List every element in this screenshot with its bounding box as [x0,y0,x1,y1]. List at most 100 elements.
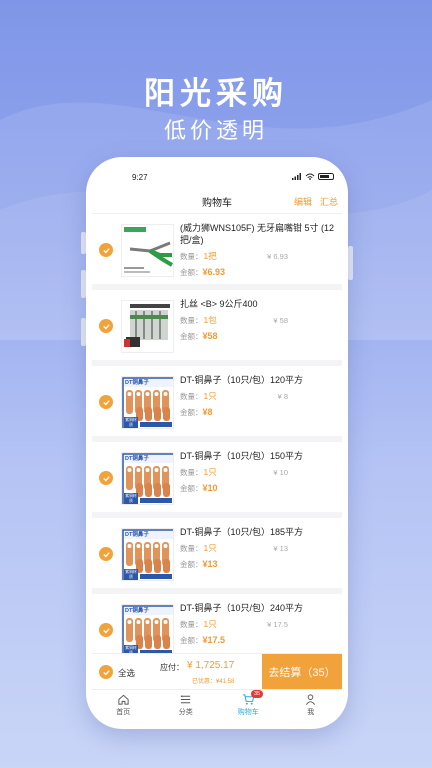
product-name[interactable]: 扎丝 <B> 9公斤400 [180,298,338,310]
amount-label: 金额： [180,560,203,569]
amount-value: ¥8 [202,407,213,417]
edit-button[interactable]: 编辑 [294,195,312,208]
amount-value: ¥13 [202,559,218,569]
item-info: DT-铜鼻子（10只/包）240平方 数量： 1只 ¥ 17.5 金额：¥17.5 [180,602,338,646]
cart-item[interactable]: 扎丝 <B> 9公斤400 数量： 1包 ¥ 58 金额：¥58 [92,290,342,366]
user-icon [306,694,316,705]
discount-text: 已优惠：¥41.58 [192,679,235,685]
amount-row: 金额：¥6.93 [180,267,338,278]
tab-me[interactable]: 我 [280,690,343,720]
amount-label: 金额： [180,332,203,341]
qty-label: 数量： [180,619,203,629]
item-info: DT-铜鼻子（10只/包）120平方 数量： 1只 ¥ 8 金额：¥8 [180,374,338,418]
product-name[interactable]: (威力狮WNS105F) 无牙扁嘴钳 5寸 (12把/盒) [180,222,338,246]
amount-row: 金额：¥17.5 [180,635,338,646]
cart-item[interactable]: DT铜鼻子 紫铜材质 DT-铜鼻子（10只/包）185平方 数量： 1只 ¥ 13 金额：¥… [92,518,342,594]
item-checkbox[interactable] [99,395,113,409]
product-image[interactable]: DT铜鼻子紫铜材质 [121,604,174,657]
tab-label: 分类 [178,709,193,716]
summary-button[interactable]: 汇总 [320,195,338,208]
qty-label: 数量： [180,391,203,401]
promo-subtitle: 低价透明 [163,118,268,143]
status-time: 9:27 [132,173,148,182]
select-all-label[interactable]: 全选 [118,667,135,679]
amount-value: ¥10 [202,483,218,493]
item-checkbox[interactable] [99,243,113,257]
tab-bar: 首页 分类 购物车 35 我 [92,689,342,720]
tab-label: 首页 [116,709,131,716]
amount-value: ¥6.93 [202,267,226,277]
product-name[interactable]: DT-铜鼻子（10只/包）120平方 [180,374,338,386]
qty-value[interactable]: 1把 [204,250,217,262]
product-image[interactable]: DT铜鼻子紫铜材质 [121,528,174,581]
signal-icon [292,173,301,180]
thumb-title: DT铜鼻子 [125,608,149,614]
qty-value[interactable]: 1只 [204,618,217,630]
cart-count-badge: 35 [251,690,264,698]
unit-price: ¥ 6.93 [267,251,288,261]
check-icon [102,669,110,675]
qty-label: 数量： [180,543,203,553]
qty-value[interactable]: 1只 [204,390,217,402]
qty-row: 数量： 1只 ¥ 13 [180,542,338,554]
product-name[interactable]: DT-铜鼻子（10只/包）185平方 [180,526,338,538]
item-checkbox[interactable] [99,547,113,561]
amount-value: ¥17.5 [202,635,226,645]
tab-label: 我 [307,709,315,716]
item-checkbox[interactable] [99,471,113,485]
payable-value: ¥ 1,725.17 [187,660,235,671]
item-checkbox[interactable] [99,623,113,637]
home-icon [118,694,129,705]
amount-label: 金额： [180,408,203,417]
thumb-title: DT铜鼻子 [125,532,149,538]
product-image[interactable] [121,300,174,353]
check-icon [102,551,110,557]
cart-item[interactable]: DT铜鼻子 紫铜材质 DT-铜鼻子（10只/包）150平方 数量： 1只 ¥ 10 金额：¥… [92,442,342,518]
qty-label: 数量： [180,251,203,261]
status-bar: 9:27 [92,171,342,185]
qty-value[interactable]: 1包 [204,314,217,326]
qty-row: 数量： 1把 ¥ 6.93 [180,250,338,262]
unit-price: ¥ 10 [273,467,288,477]
item-checkbox[interactable] [99,319,113,333]
thumb-tag: 紫铜材质 [125,494,137,503]
select-all-checkbox[interactable] [99,665,113,679]
unit-price: ¥ 8 [277,391,288,401]
payable-label: 应付： [160,663,184,672]
tab-cart[interactable]: 购物车 35 [217,690,280,720]
product-image[interactable]: DT铜鼻子紫铜材质 [121,452,174,505]
qty-value[interactable]: 1只 [204,542,217,554]
cart-item[interactable]: DT铜鼻子 紫铜材质 DT-铜鼻子（10只/包）120平方 数量： 1只 ¥ 8 金额：¥8 [92,366,342,442]
promo-title: 阳光采购 [144,76,288,111]
product-name[interactable]: DT-铜鼻子（10只/包）240平方 [180,602,338,614]
phone-power-button [348,246,353,280]
checkout-button[interactable]: 去结算（35） [262,654,342,690]
unit-price: ¥ 58 [273,315,288,325]
product-image[interactable]: DT铜鼻子紫铜材质 [121,376,174,429]
item-info: 扎丝 <B> 9公斤400 数量： 1包 ¥ 58 金额：¥58 [180,298,338,342]
qty-value[interactable]: 1只 [204,466,217,478]
product-image[interactable] [121,224,174,277]
amount-row: 金额：¥13 [180,559,338,570]
check-icon [102,627,110,633]
list-icon [181,695,191,704]
thumb-tag: 紫铜材质 [125,570,137,579]
tab-home[interactable]: 首页 [92,690,155,720]
product-name[interactable]: DT-铜鼻子（10只/包）150平方 [180,450,338,462]
tab-label: 购物车 [237,709,259,716]
qty-row: 数量： 1包 ¥ 58 [180,314,338,326]
item-info: DT-铜鼻子（10只/包）150平方 数量： 1只 ¥ 10 金额：¥10 [180,450,338,494]
thumb-title: DT铜鼻子 [125,380,149,386]
unit-price: ¥ 13 [273,543,288,553]
cart-item[interactable]: (威力狮WNS105F) 无牙扁嘴钳 5寸 (12把/盒) 数量： 1把 ¥ 6.93… [92,214,342,290]
tab-category[interactable]: 分类 [155,690,218,720]
battery-icon [318,173,334,180]
item-info: DT-铜鼻子（10只/包）185平方 数量： 1只 ¥ 13 金额：¥13 [180,526,338,570]
thumb-title: DT铜鼻子 [125,456,149,462]
item-info: (威力狮WNS105F) 无牙扁嘴钳 5寸 (12把/盒) 数量： 1把 ¥ 6.93… [180,222,338,278]
nav-bar: 购物车 编辑 汇总 [92,188,342,214]
qty-row: 数量： 1只 ¥ 8 [180,390,338,402]
check-icon [102,247,110,253]
phone-screen: 9:27 购物车 编辑 汇总 (威力狮WNS105F) 无牙扁嘴钳 5寸 (12… [92,166,342,720]
amount-row: 金额：¥58 [180,331,338,342]
